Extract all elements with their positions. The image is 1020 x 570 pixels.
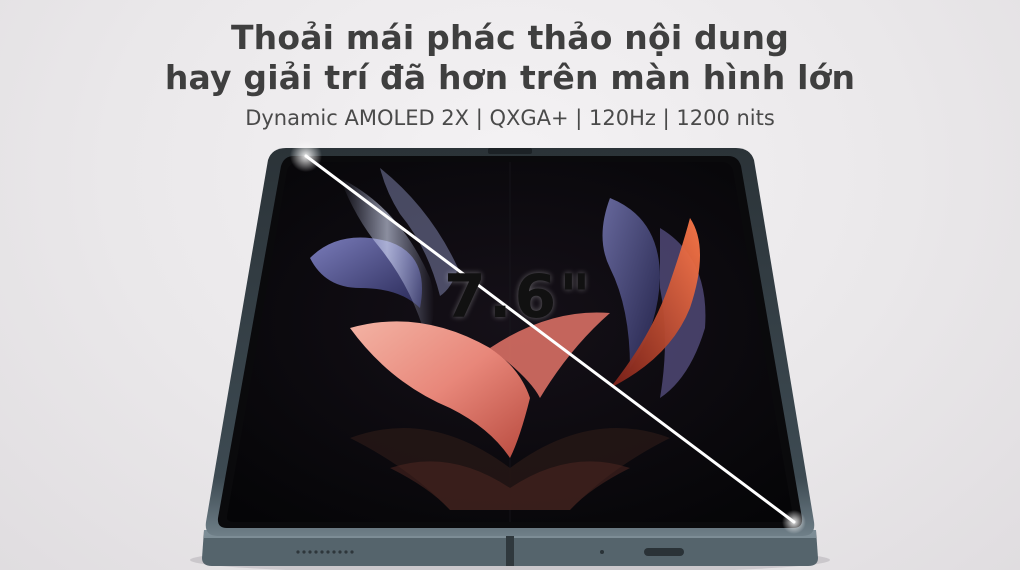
headline-line-2: hay giải trí đã hơn trên màn hình lớn — [164, 58, 856, 97]
product-banner: Thoải mái phác thảo nội dung hay giải tr… — [0, 0, 1020, 570]
screen-size-label: 7.6" — [444, 262, 594, 332]
display-specs: Dynamic AMOLED 2X | QXGA+ | 120Hz | 1200… — [245, 106, 775, 130]
usb-port-icon — [644, 548, 684, 556]
phone-illustration — [190, 140, 830, 570]
headline-line-1: Thoải mái phác thảo nội dung — [230, 18, 790, 57]
foldable-phone-image — [190, 138, 830, 570]
